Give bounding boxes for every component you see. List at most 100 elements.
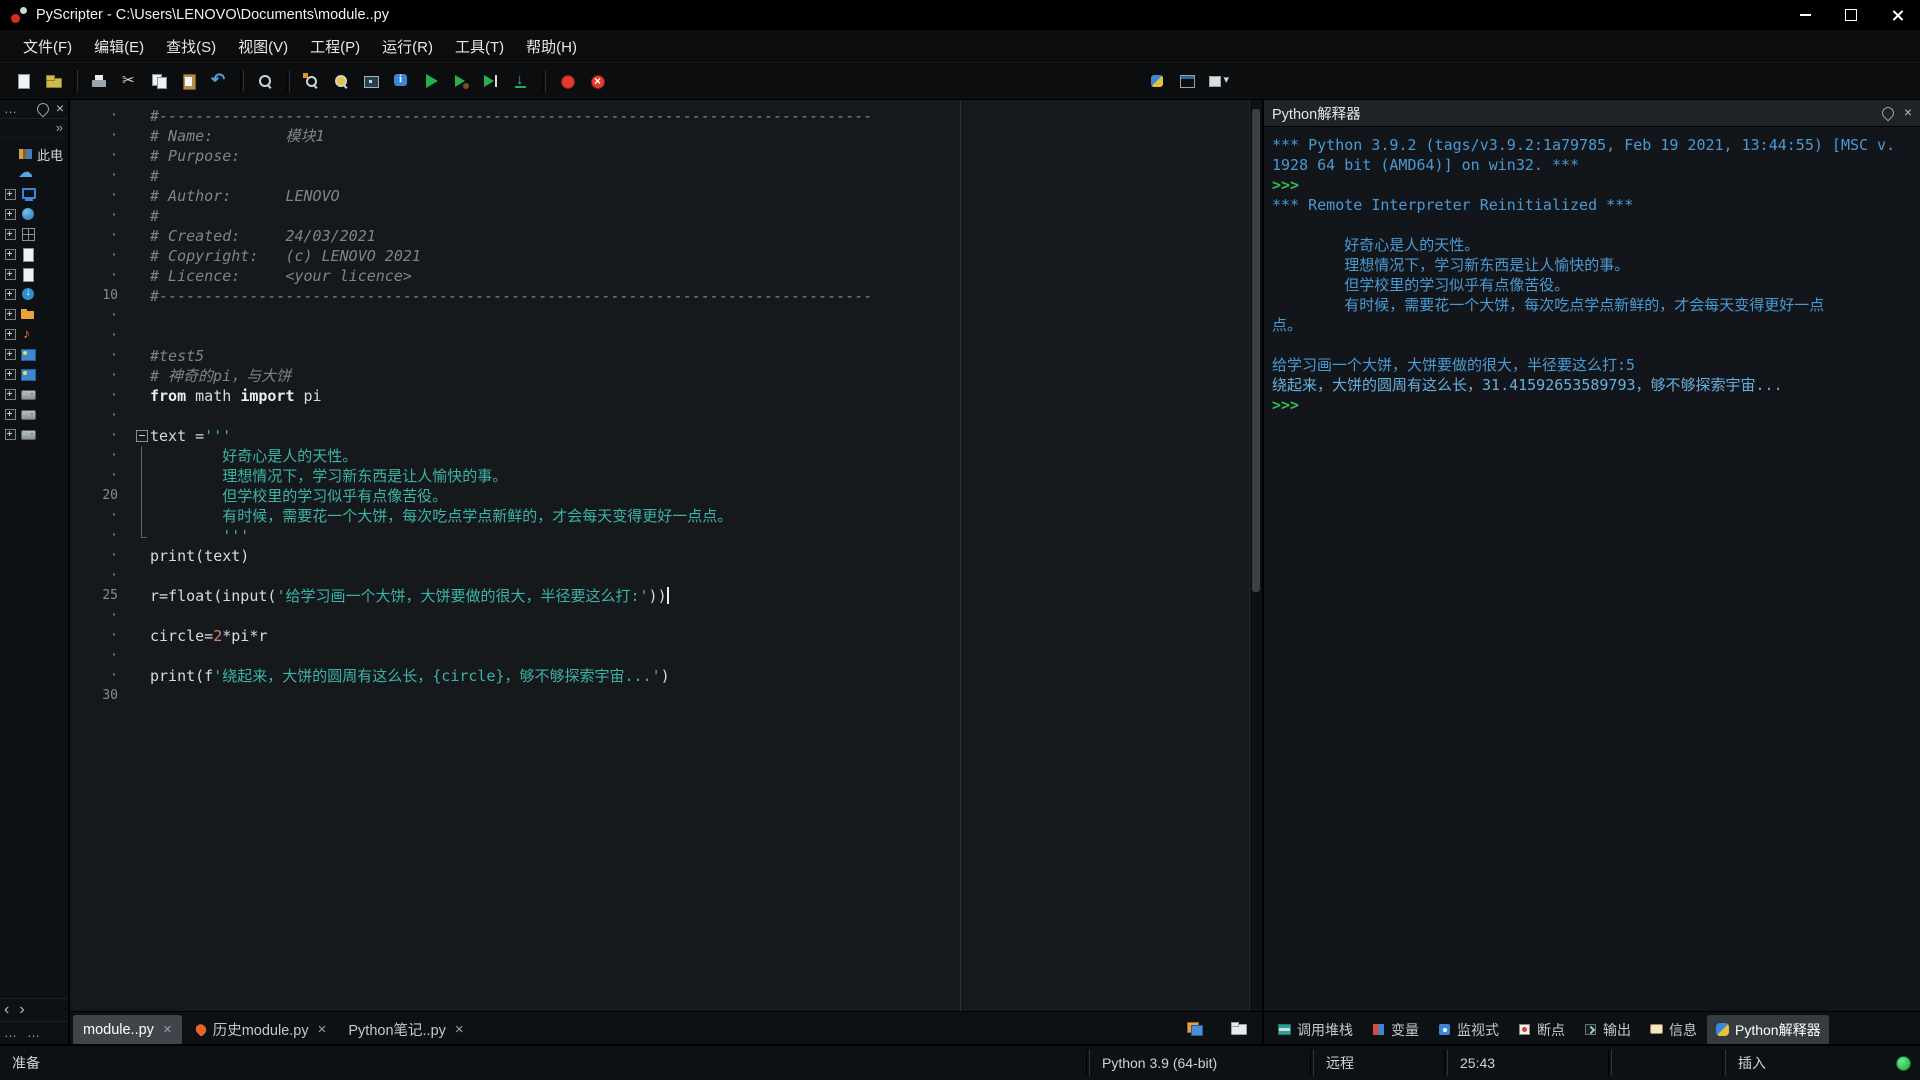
code-line[interactable] xyxy=(150,606,1249,626)
code-line[interactable]: # Created: 24/03/2021 xyxy=(150,226,1249,246)
gutter-line-number[interactable]: · xyxy=(70,146,134,166)
panel-pin-icon[interactable] xyxy=(1879,104,1897,122)
gutter-line-number[interactable]: · xyxy=(70,626,134,646)
menu-item-file[interactable]: 文件(F) xyxy=(12,32,83,61)
dots-menu-icon[interactable] xyxy=(4,100,17,118)
paste-button[interactable] xyxy=(175,68,203,95)
gutter-line-number[interactable]: 20 xyxy=(70,486,134,506)
undo-button[interactable] xyxy=(205,68,233,95)
expand-plus-icon[interactable] xyxy=(5,368,16,380)
panel-tab-breakpoints[interactable]: 断点 xyxy=(1509,1015,1573,1044)
recent-files-icon[interactable] xyxy=(1230,1019,1248,1037)
gutter-line-number[interactable]: · xyxy=(70,406,134,426)
menu-item-run[interactable]: 运行(R) xyxy=(371,32,444,61)
sidebar-item-disk[interactable] xyxy=(0,404,68,424)
gutter-line-number[interactable]: · xyxy=(70,646,134,666)
menu-item-tools[interactable]: 工具(T) xyxy=(444,32,515,61)
gutter-line-number[interactable]: · xyxy=(70,306,134,326)
gutter-line-number[interactable]: · xyxy=(70,446,134,466)
code-line[interactable]: from math import pi xyxy=(150,386,1249,406)
editor-scrollbar[interactable] xyxy=(1249,100,1262,1011)
expand-plus-icon[interactable] xyxy=(5,248,16,260)
gutter-line-number[interactable]: · xyxy=(70,666,134,686)
fold-marker[interactable] xyxy=(134,466,150,486)
gutter-line-number[interactable]: 30 xyxy=(70,686,134,706)
editor-tab-history-module[interactable]: 历史module.py xyxy=(184,1015,337,1044)
gutter-line-number[interactable]: · xyxy=(70,566,134,586)
gutter-line-number[interactable]: 25 xyxy=(70,586,134,606)
gutter-line-number[interactable]: · xyxy=(70,106,134,126)
code-line[interactable]: 但学校里的学习似乎有点像苦役。 xyxy=(150,486,1249,506)
gutter-line-number[interactable]: · xyxy=(70,426,134,446)
sidebar-item-pc[interactable] xyxy=(0,184,68,204)
code-line[interactable]: # Copyright: (c) LENOVO 2021 xyxy=(150,246,1249,266)
panel-tab-watches[interactable]: 监视式 xyxy=(1429,1015,1507,1044)
expand-plus-icon[interactable] xyxy=(5,408,16,420)
debug-button[interactable] xyxy=(447,68,475,95)
panel-tab-messages[interactable]: 信息 xyxy=(1641,1015,1705,1044)
cut-button[interactable] xyxy=(115,68,143,95)
fold-marker[interactable] xyxy=(134,486,150,506)
gutter-line-number[interactable]: 10 xyxy=(70,286,134,306)
code-line[interactable]: # 神奇的pi，与大饼 xyxy=(150,366,1249,386)
python-engine-button[interactable] xyxy=(1143,68,1171,95)
code-line[interactable]: #---------------------------------------… xyxy=(150,286,1249,306)
layout-button[interactable] xyxy=(1173,68,1201,95)
overflow-dots-icon[interactable] xyxy=(4,1024,17,1042)
code-editor[interactable]: · · · · · · · · · 10 · · · · · · · · · 20 · · · · 25 · · · · 30 #----… xyxy=(70,100,1262,1011)
gutter-line-number[interactable]: · xyxy=(70,126,134,146)
expand-plus-icon[interactable] xyxy=(5,268,16,280)
code-line[interactable]: text =''' xyxy=(150,426,1249,446)
sidebar-item-doc[interactable] xyxy=(0,264,68,284)
step-into-button[interactable] xyxy=(507,68,535,95)
gutter-line-number[interactable]: · xyxy=(70,206,134,226)
panel-tab-python-interpreter[interactable]: Python解释器 xyxy=(1707,1015,1829,1044)
info-button[interactable] xyxy=(387,68,415,95)
expand-plus-icon[interactable] xyxy=(5,388,16,400)
expand-plus-icon[interactable] xyxy=(5,428,16,440)
editor-tab-module[interactable]: module..py xyxy=(73,1015,182,1044)
nav-back-icon[interactable] xyxy=(4,1001,9,1019)
fold-marker[interactable] xyxy=(134,446,150,466)
code-line[interactable] xyxy=(150,306,1249,326)
gutter-line-number[interactable]: · xyxy=(70,506,134,526)
abort-button[interactable] xyxy=(583,68,611,95)
gutter-line-number[interactable]: · xyxy=(70,186,134,206)
panel-close-icon[interactable] xyxy=(1904,104,1912,122)
code-line[interactable]: 有时候，需要花一个大饼，每次吃点学点新鲜的，才会每天变得更好一点点。 xyxy=(150,506,1249,526)
find-next-button[interactable] xyxy=(327,68,355,95)
scrollbar-thumb[interactable] xyxy=(1252,109,1260,592)
window-menu-button[interactable] xyxy=(1203,68,1231,95)
find-button[interactable] xyxy=(251,68,279,95)
gutter-line-number[interactable]: · xyxy=(70,386,134,406)
code-line[interactable]: # xyxy=(150,166,1249,186)
pin-icon[interactable] xyxy=(34,100,52,118)
code-line[interactable]: # Purpose: xyxy=(150,146,1249,166)
panel-tab-output[interactable]: 输出 xyxy=(1575,1015,1639,1044)
menu-item-help[interactable]: 帮助(H) xyxy=(515,32,588,61)
gutter-line-number[interactable]: · xyxy=(70,166,134,186)
fold-column[interactable] xyxy=(134,100,150,1011)
sidebar-item-folder[interactable] xyxy=(0,304,68,324)
fold-marker[interactable] xyxy=(134,426,150,446)
new-file-button[interactable] xyxy=(9,68,37,95)
copy-button[interactable] xyxy=(145,68,173,95)
maximize-button[interactable] xyxy=(1828,0,1874,30)
code-line[interactable]: 理想情况下，学习新东西是让人愉快的事。 xyxy=(150,466,1249,486)
code-line[interactable] xyxy=(150,406,1249,426)
code-line[interactable]: # Author: LENOVO xyxy=(150,186,1249,206)
gutter-line-number[interactable]: · xyxy=(70,366,134,386)
sidebar-item-grid[interactable] xyxy=(0,224,68,244)
sidebar-item-doc[interactable] xyxy=(0,244,68,264)
code-line[interactable]: ''' xyxy=(150,526,1249,546)
gutter-line-number[interactable]: · xyxy=(70,546,134,566)
expand-plus-icon[interactable] xyxy=(5,228,16,240)
editor-list-icon[interactable] xyxy=(1186,1019,1204,1037)
code-line[interactable] xyxy=(150,566,1249,586)
close-button[interactable] xyxy=(1874,0,1920,30)
run-button[interactable] xyxy=(417,68,445,95)
editor-gutter[interactable]: · · · · · · · · · 10 · · · · · · · · · 20 · · · · 25 · · · · 30 xyxy=(70,100,134,1011)
expand-plus-icon[interactable] xyxy=(5,308,16,320)
menu-item-project[interactable]: 工程(P) xyxy=(299,32,371,61)
print-button[interactable] xyxy=(85,68,113,95)
